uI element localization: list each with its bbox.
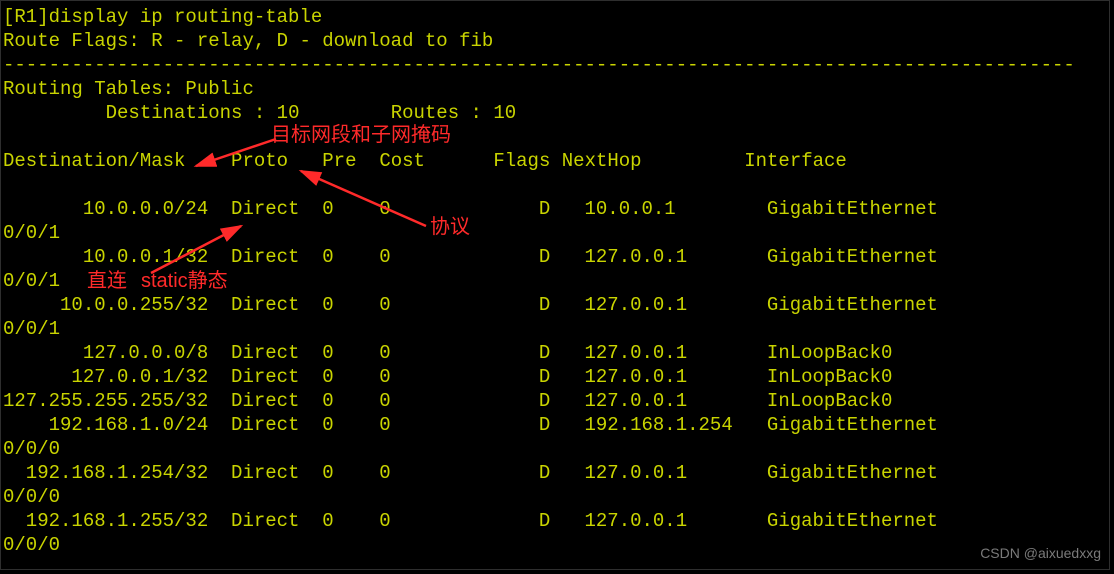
table-row: 10.0.0.1/32 Direct 0 0 D 127.0.0.1 Gigab… — [3, 245, 1109, 269]
hdr-cost: Cost — [379, 150, 425, 172]
cmd-prompt: [R1]display ip routing-table — [3, 5, 1109, 29]
table-row-cont: 0/0/0 — [3, 437, 1109, 461]
table-row-cont: 0/0/0 — [3, 533, 1109, 557]
counts-line: Destinations : 10 Routes : 10 — [3, 101, 1109, 125]
hdr-dest: Destination/Mask — [3, 150, 185, 172]
table-row: 192.168.1.254/32 Direct 0 0 D 127.0.0.1 … — [3, 461, 1109, 485]
hdr-pre: Pre — [322, 150, 356, 172]
watermark: CSDN @aixuedxxg — [980, 541, 1101, 565]
hdr-nexthop: NextHop — [562, 150, 642, 172]
dest-count-label: Destinations : — [106, 102, 266, 124]
tables-label: Routing Tables: Public — [3, 77, 1109, 101]
table-row: 127.0.0.0/8 Direct 0 0 D 127.0.0.1 InLoo… — [3, 341, 1109, 365]
table-row: 10.0.0.0/24 Direct 0 0 D 10.0.0.1 Gigabi… — [3, 197, 1109, 221]
hdr-flags: Flags — [493, 150, 550, 172]
table-row: 192.168.1.255/32 Direct 0 0 D 127.0.0.1 … — [3, 509, 1109, 533]
terminal-window[interactable]: [R1]display ip routing-table Route Flags… — [0, 0, 1110, 570]
table-row-cont: 0/0/1 — [3, 221, 1109, 245]
table-row-cont: 0/0/1 — [3, 317, 1109, 341]
flags-legend: Route Flags: R - relay, D - download to … — [3, 29, 1109, 53]
blank — [3, 173, 1109, 197]
table-row: 127.0.0.1/32 Direct 0 0 D 127.0.0.1 InLo… — [3, 365, 1109, 389]
hdr-interface: Interface — [744, 150, 847, 172]
blank — [3, 125, 1109, 149]
separator: ----------------------------------------… — [3, 53, 1109, 77]
table-row-cont: 0/0/1 — [3, 269, 1109, 293]
routes-count-label: Routes : — [391, 102, 482, 124]
table-row: 192.168.1.0/24 Direct 0 0 D 192.168.1.25… — [3, 413, 1109, 437]
table-row: 127.255.255.255/32 Direct 0 0 D 127.0.0.… — [3, 389, 1109, 413]
hdr-proto: Proto — [231, 150, 288, 172]
routes-count: 10 — [493, 102, 516, 124]
route-rows: 10.0.0.0/24 Direct 0 0 D 10.0.0.1 Gigabi… — [3, 197, 1109, 557]
table-row: 10.0.0.255/32 Direct 0 0 D 127.0.0.1 Gig… — [3, 293, 1109, 317]
dest-count: 10 — [277, 102, 300, 124]
header-row: Destination/Mask Proto Pre Cost Flags Ne… — [3, 149, 1109, 173]
table-row-cont: 0/0/0 — [3, 485, 1109, 509]
